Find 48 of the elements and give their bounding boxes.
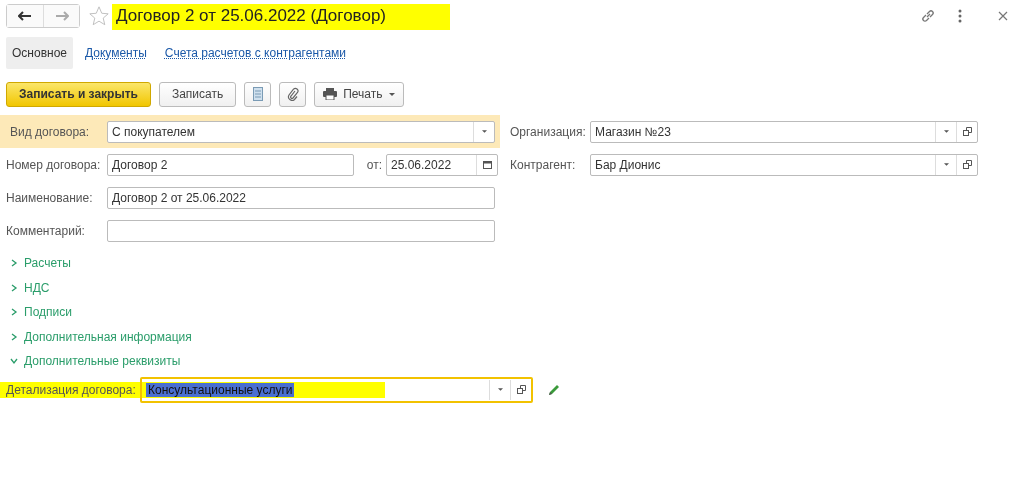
more-icon[interactable] xyxy=(958,9,962,23)
field-label: Комментарий: xyxy=(6,223,86,238)
back-button[interactable] xyxy=(7,5,43,27)
group-toggle[interactable]: Дополнительные реквизиты xyxy=(6,349,185,374)
input-field[interactable]: Договор 2 xyxy=(107,153,354,176)
paperclip-icon xyxy=(286,87,299,101)
caret-icon xyxy=(497,388,503,391)
field-label: от: xyxy=(365,157,383,172)
calendar-icon xyxy=(482,160,492,169)
caret-icon xyxy=(388,92,395,96)
select-field[interactable]: Консультационные услуги xyxy=(140,376,533,403)
field-label: Организация: xyxy=(510,124,587,139)
select-field[interactable]: С покупателем xyxy=(107,120,495,143)
field-label: Вид договора: xyxy=(10,124,91,139)
save-and-close-button[interactable]: Записать и закрыть xyxy=(6,81,151,107)
open-icon[interactable] xyxy=(962,127,972,136)
list-icon xyxy=(252,87,263,101)
caret-icon xyxy=(943,163,949,166)
input-field[interactable]: Договор 2 от 25.06.2022 xyxy=(107,186,495,209)
link-icon[interactable] xyxy=(920,8,936,24)
tab[interactable]: Основное xyxy=(6,37,73,69)
save-button[interactable]: Записать xyxy=(158,81,237,107)
printer-icon xyxy=(323,88,338,100)
print-button[interactable]: Печать xyxy=(314,81,404,107)
open-icon[interactable] xyxy=(516,385,526,394)
window-title: Договор 2 от 25.06.2022 (Договор) xyxy=(116,6,386,25)
pencil-icon[interactable] xyxy=(547,382,561,397)
group-toggle[interactable]: Подписи xyxy=(6,300,76,325)
structure-button[interactable] xyxy=(244,81,272,107)
field-label: Номер договора: xyxy=(6,157,102,172)
open-icon[interactable] xyxy=(962,160,972,169)
select-field[interactable]: Магазин №23 xyxy=(590,120,978,143)
field-label: Детализация договора: xyxy=(6,382,137,397)
caret-icon xyxy=(481,130,487,133)
input-field[interactable] xyxy=(107,219,495,242)
tab[interactable]: Документы xyxy=(79,37,153,69)
star-icon[interactable] xyxy=(88,5,110,27)
arrow-right-icon xyxy=(54,11,69,21)
select-field[interactable]: Бар Дионис xyxy=(590,153,978,176)
close-icon[interactable] xyxy=(998,11,1008,21)
group-toggle[interactable]: Дополнительная информация xyxy=(6,324,196,349)
date-field[interactable]: 25.06.2022 xyxy=(386,153,498,176)
field-label: Наименование: xyxy=(6,190,94,205)
field-label: Контрагент: xyxy=(510,157,577,172)
caret-icon xyxy=(943,130,949,133)
arrow-left-icon xyxy=(18,11,32,21)
attach-button[interactable] xyxy=(279,81,307,107)
tab[interactable]: Счета расчетов с контрагентами xyxy=(158,37,353,69)
